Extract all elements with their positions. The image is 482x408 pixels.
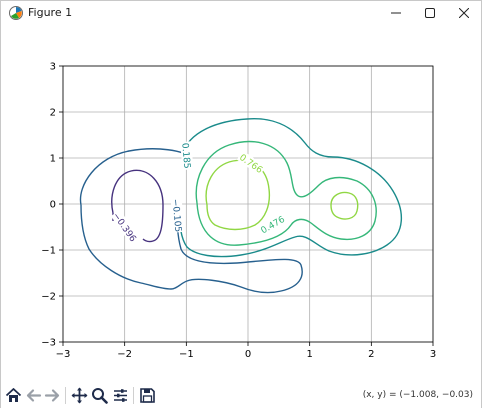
contour-line-level-1 xyxy=(111,169,164,243)
y-tick-label: 3 xyxy=(50,62,56,73)
pan-icon xyxy=(71,387,88,404)
x-tick-label: 0 xyxy=(245,349,251,360)
toolbar-separator xyxy=(133,387,134,404)
configure-subplots-icon xyxy=(114,389,127,402)
matplotlib-icon xyxy=(9,6,23,20)
maximize-icon xyxy=(425,8,435,18)
save-button[interactable] xyxy=(138,386,157,405)
contour-label: 0.766 xyxy=(236,150,266,176)
close-button[interactable] xyxy=(447,1,481,25)
axis-ticks: −3 −2 −1 0 1 2 3 −3 −2 −1 0 1 2 3 xyxy=(41,62,436,361)
y-tick-label: 0 xyxy=(50,200,56,211)
x-tick-label: −2 xyxy=(117,349,132,360)
y-tick-label: 2 xyxy=(50,108,56,119)
home-button[interactable] xyxy=(4,386,23,405)
back-arrow-icon xyxy=(26,389,42,402)
cursor-coordinates: (x, y) = (−1.008, −0.03) xyxy=(362,390,473,400)
minimize-button[interactable] xyxy=(379,1,413,25)
zoom-icon xyxy=(92,388,108,404)
forward-button[interactable] xyxy=(43,386,62,405)
close-icon xyxy=(459,8,469,18)
contour-labels: −0.396 −0.1050.1850.4760.766 xyxy=(110,141,288,244)
configure-subplots-button[interactable] xyxy=(111,386,130,405)
contour-label-text: 0.185 xyxy=(179,143,191,170)
contour-line-level-5-island xyxy=(330,191,359,220)
pan-button[interactable] xyxy=(70,386,89,405)
y-tick-label: −2 xyxy=(41,292,56,303)
y-tick-label: −3 xyxy=(41,338,56,349)
x-tick-label: −1 xyxy=(179,349,194,360)
x-tick-label: 3 xyxy=(430,349,436,360)
save-icon xyxy=(140,388,155,403)
x-tick-label: 2 xyxy=(368,349,374,360)
contour-lines xyxy=(79,118,403,294)
maximize-button[interactable] xyxy=(413,1,447,25)
contour-plot[interactable]: −0.396 −0.1050.1850.4760.766 −3 −2 −1 0 1 2 3−3… xyxy=(1,25,481,383)
contour-line-level-3 xyxy=(178,118,403,258)
minimize-icon xyxy=(391,12,401,14)
home-icon xyxy=(5,388,22,402)
figure-window: Figure 1 −0.396 −0.105 0.185 0.476 0.766… xyxy=(0,0,482,408)
contour-label: 0.185 xyxy=(179,141,194,171)
navigation-toolbar: (x, y) = (−1.008, −0.03) xyxy=(1,383,481,408)
y-tick-label: 1 xyxy=(50,154,56,165)
toolbar-separator xyxy=(65,387,66,404)
contour-label-text: −0.105 xyxy=(170,199,183,233)
figure-canvas[interactable]: −0.396 −0.105 0.185 0.476 0.766 −3 −2 −1 0 1 2 3 −3… xyxy=(1,25,481,383)
title-bar[interactable]: Figure 1 xyxy=(1,1,481,25)
x-tick-label: −3 xyxy=(56,349,71,360)
zoom-button[interactable] xyxy=(90,386,109,405)
back-button[interactable] xyxy=(24,386,43,405)
forward-arrow-icon xyxy=(44,389,60,402)
x-tick-label: 1 xyxy=(306,349,312,360)
grid-lines xyxy=(62,65,434,343)
contour-label: −0.105 xyxy=(170,198,185,233)
y-tick-label: −1 xyxy=(41,246,56,257)
window-title: Figure 1 xyxy=(28,6,73,19)
